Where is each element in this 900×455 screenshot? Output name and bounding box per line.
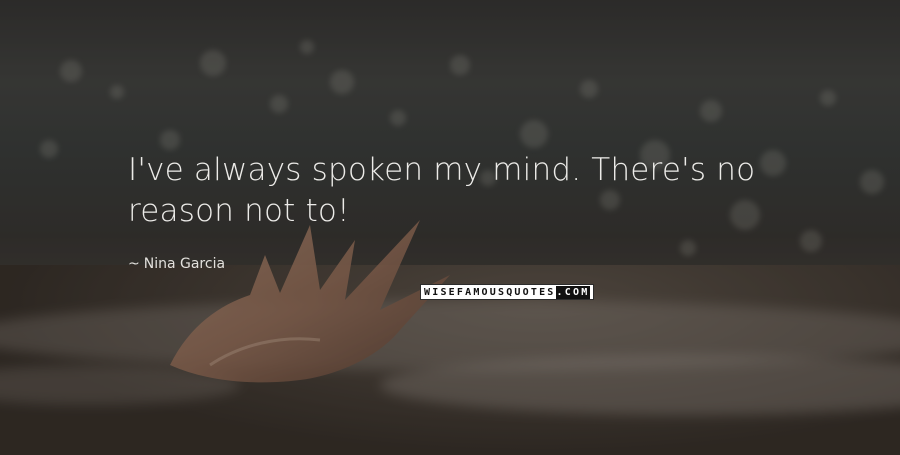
logo-wordmark: WISEFAMOUSQUOTES — [424, 286, 556, 298]
wisefamousquotes-logo: WISEFAMOUSQUOTES .COM — [420, 284, 595, 300]
logo-suffix: .COM — [555, 285, 591, 299]
quote-author: ~ Nina Garcia — [128, 256, 225, 272]
quote-text: I've always spoken my mind. There's no r… — [128, 152, 756, 229]
background-photo: I've always spoken my mind. There's no r… — [0, 0, 900, 455]
author-name: Nina Garcia — [143, 256, 226, 272]
author-dash: ~ — [128, 256, 140, 272]
